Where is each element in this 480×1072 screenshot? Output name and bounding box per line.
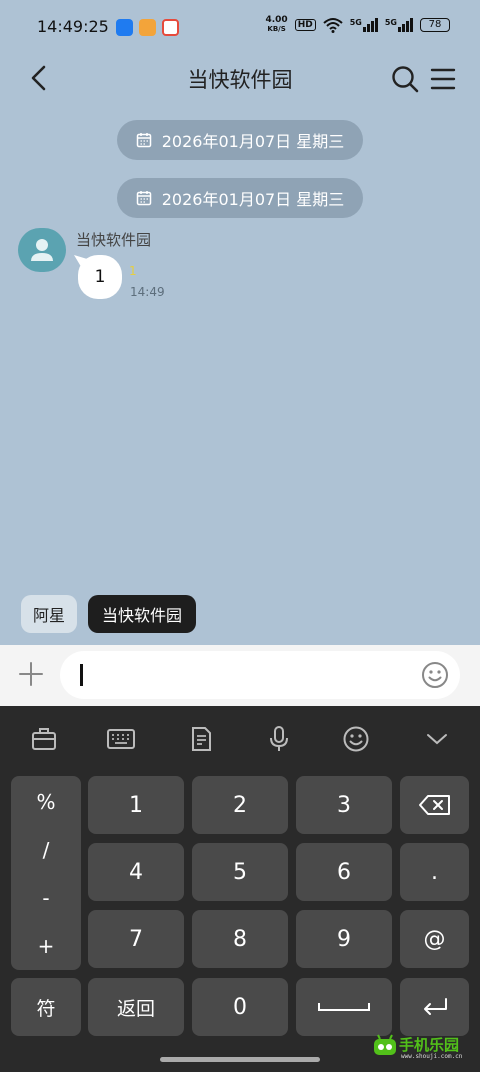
date-separator-text: 2026年01月07日 星期三 (161, 190, 345, 209)
date-separator-text: 2026年01月07日 星期三 (161, 132, 345, 151)
key-slash[interactable]: / (11, 838, 81, 862)
symbol-column[interactable]: % / - + (11, 776, 81, 970)
status-bar: 14:49:25 4.00 KB/S HD 5G 5G 78 (0, 0, 480, 56)
key-2[interactable]: 2 (192, 776, 288, 834)
backspace-key[interactable] (400, 776, 469, 834)
message-input[interactable] (60, 651, 460, 699)
net-speed: 4.00 KB/S (265, 16, 287, 34)
sender-name: 当快软件园 (76, 231, 152, 249)
mail-notification-icon (139, 19, 156, 36)
menu-icon (430, 68, 456, 90)
app-notification-icon (116, 19, 133, 36)
sender-tab-axing[interactable]: 阿星 (21, 595, 77, 633)
smiley-icon (343, 726, 369, 752)
back-key[interactable]: 返回 (88, 978, 184, 1036)
status-indicators: 4.00 KB/S HD 5G 5G 78 (265, 16, 450, 34)
key-6[interactable]: 6 (296, 843, 392, 901)
chevron-down-icon (427, 734, 447, 745)
enter-icon (423, 998, 447, 1015)
signal-label: 5G (384, 18, 397, 27)
key-plus[interactable]: + (11, 934, 81, 958)
wifi-icon (323, 18, 343, 33)
watermark-url: www.shouji.com.cn (401, 1053, 463, 1060)
key-dot[interactable]: . (400, 843, 469, 901)
net-speed-value: 4.00 (265, 15, 288, 25)
key-4[interactable]: 4 (88, 843, 184, 901)
status-time: 14:49:25 (37, 17, 109, 36)
menu-button[interactable] (428, 64, 458, 94)
read-indicator: 1 (129, 264, 137, 278)
home-indicator[interactable] (160, 1057, 320, 1062)
hd-icon: HD (294, 19, 316, 31)
emoji-panel-button[interactable] (341, 724, 371, 754)
cloud-notification-icon (162, 19, 179, 36)
plus-icon (19, 662, 43, 686)
key-percent[interactable]: % (11, 790, 81, 814)
key-9[interactable]: 9 (296, 910, 392, 968)
voice-input-button[interactable] (264, 724, 294, 754)
calendar-icon (136, 133, 151, 148)
keyboard-icon (107, 729, 135, 749)
composer (0, 645, 480, 706)
enter-key[interactable] (400, 978, 469, 1036)
key-1[interactable]: 1 (88, 776, 184, 834)
top-bar: 当快软件园 (0, 56, 480, 100)
watermark-text: 手机乐园 (399, 1036, 460, 1054)
attach-button[interactable] (16, 659, 46, 689)
clipboard-button[interactable] (186, 724, 216, 754)
keyboard-switch-button[interactable] (106, 724, 136, 754)
briefcase-icon (32, 728, 56, 750)
key-7[interactable]: 7 (88, 910, 184, 968)
robot-logo-icon (374, 1034, 396, 1055)
space-icon (318, 1003, 370, 1011)
signal-icon: 5G (350, 18, 378, 32)
message-bubble[interactable]: 1 (78, 255, 122, 299)
numeric-keyboard: % / - + 1 2 3 4 5 6 . 7 8 9 @ 符 返回 0 (0, 706, 480, 1072)
message-time: 14:49 (130, 285, 165, 299)
calendar-icon (136, 191, 151, 206)
battery-icon: 78 (420, 18, 450, 32)
net-speed-unit: KB/S (267, 25, 286, 33)
key-0[interactable]: 0 (192, 978, 288, 1036)
date-separator: 2026年01月07日 星期三 (117, 178, 363, 218)
search-icon (392, 66, 419, 93)
microphone-icon (270, 726, 288, 751)
watermark: 手机乐园 www.shouji.com.cn (371, 1032, 471, 1062)
signal-icon: 5G (385, 18, 413, 32)
sender-tab-dangkuai[interactable]: 当快软件园 (88, 595, 196, 633)
emoji-button[interactable] (420, 660, 450, 690)
space-key[interactable] (296, 978, 392, 1036)
key-8[interactable]: 8 (192, 910, 288, 968)
smiley-icon (422, 662, 448, 688)
hide-keyboard-button[interactable] (422, 724, 452, 754)
key-5[interactable]: 5 (192, 843, 288, 901)
backspace-icon (418, 795, 450, 815)
search-button[interactable] (390, 64, 420, 94)
date-separator: 2026年01月07日 星期三 (117, 120, 363, 160)
toolbox-button[interactable] (29, 724, 59, 754)
clipboard-icon (192, 727, 211, 751)
key-3[interactable]: 3 (296, 776, 392, 834)
text-cursor (80, 664, 83, 686)
message-text: 1 (94, 267, 106, 287)
sender-avatar[interactable] (18, 228, 66, 272)
key-minus[interactable]: - (11, 886, 81, 910)
person-icon (31, 239, 53, 261)
symbols-key[interactable]: 符 (11, 978, 81, 1036)
key-at[interactable]: @ (400, 910, 469, 968)
signal-label: 5G (349, 18, 362, 27)
